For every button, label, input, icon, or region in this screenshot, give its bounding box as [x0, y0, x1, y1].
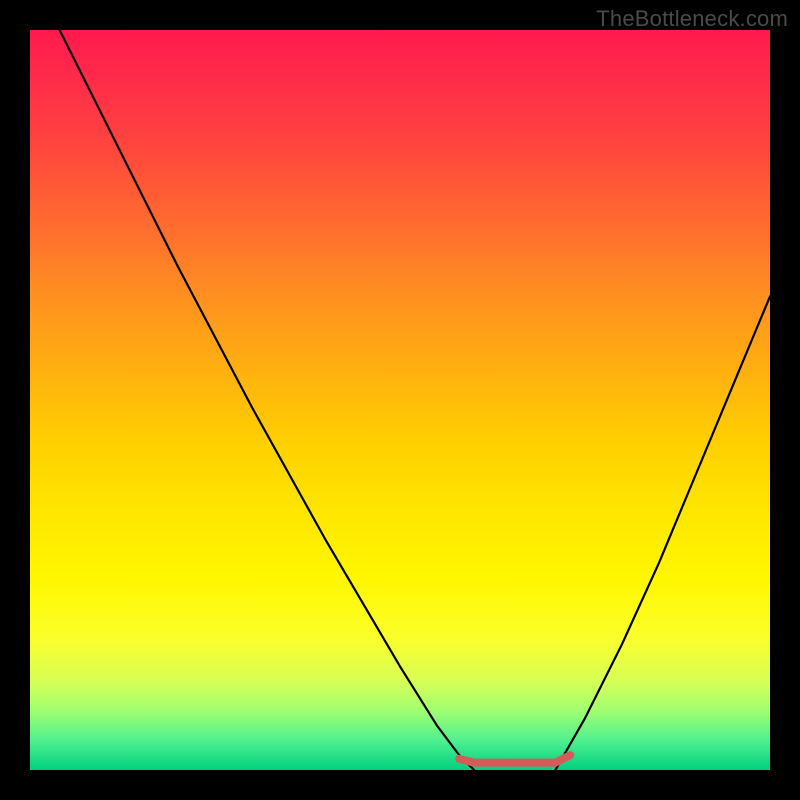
valley-highlight — [459, 755, 570, 762]
chart-frame: TheBottleneck.com — [0, 0, 800, 800]
chart-svg — [30, 30, 770, 770]
watermark-text: TheBottleneck.com — [596, 6, 788, 32]
plot-gradient-background — [30, 30, 770, 770]
left-curve — [60, 30, 474, 770]
right-curve — [555, 296, 770, 770]
